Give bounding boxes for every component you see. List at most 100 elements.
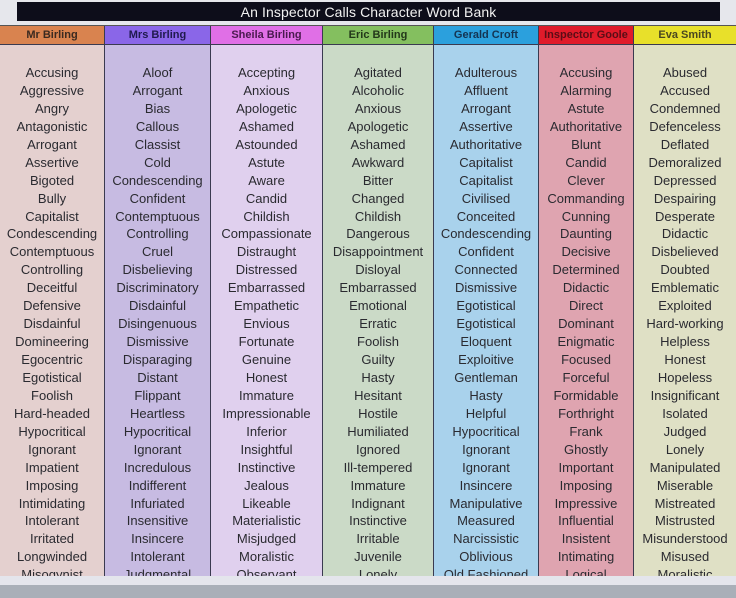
- word-item: Astounded: [235, 136, 298, 152]
- word-item: Abused: [662, 65, 708, 80]
- word-item: Mistrusted: [655, 513, 715, 529]
- word-item: Manipulated: [649, 459, 721, 475]
- word-item: Foolish: [31, 387, 73, 403]
- word-item: Hard-working: [646, 316, 724, 332]
- word-item: Childish: [243, 208, 290, 224]
- word-item: Aware: [248, 172, 285, 188]
- word-item: Dismissive: [126, 334, 189, 350]
- word-item: Condemned: [649, 100, 721, 116]
- word-item: Jealous: [244, 477, 289, 493]
- word-item: Intimating: [557, 549, 615, 565]
- word-item: Demoralized: [648, 154, 722, 170]
- word-item: Accusing: [559, 65, 613, 80]
- bottom-strip: [0, 576, 736, 585]
- word-item: Isolated: [662, 405, 708, 421]
- word-item: Helpful: [465, 405, 507, 421]
- word-item: Conceited: [456, 208, 516, 224]
- word-item: Measured: [457, 513, 515, 529]
- word-item: Immature: [350, 477, 406, 493]
- word-item: Erratic: [359, 316, 397, 332]
- word-item: Bias: [144, 100, 171, 116]
- word-item: Agitated: [354, 65, 402, 80]
- word-item: Determined: [552, 262, 620, 278]
- word-item: Juvenile: [354, 549, 402, 565]
- word-item: Oblivious: [459, 549, 513, 565]
- word-list: Abused Accused Condemned Defenceless Deflate…: [634, 45, 736, 577]
- word-item: Inferior: [246, 423, 287, 439]
- column-mr-birling: Mr Birling Accusing Aggressive Angry Antago…: [0, 26, 105, 577]
- word-item: Clever: [567, 172, 605, 188]
- word-item: Distraught: [236, 244, 297, 260]
- word-item: Disloyal: [355, 262, 401, 278]
- word-item: Narcissistic: [453, 531, 519, 547]
- word-item: Hostile: [358, 405, 398, 421]
- word-item: Contemptuous: [9, 244, 95, 260]
- word-item: Mistreated: [654, 495, 716, 511]
- word-item: Irritable: [356, 531, 400, 547]
- word-item: Materialistic: [232, 513, 301, 529]
- word-item: Defenceless: [649, 118, 721, 134]
- word-item: Ignorant: [462, 441, 510, 457]
- word-item: Callous: [135, 118, 180, 134]
- word-item: Longwinded: [16, 549, 88, 565]
- word-item: Antagonistic: [16, 118, 88, 134]
- word-item: Manipulative: [449, 495, 523, 511]
- word-item: Classist: [134, 136, 181, 152]
- word-item: Ashamed: [239, 118, 294, 134]
- bottom-bar: [0, 585, 736, 598]
- word-item: Emblematic: [651, 280, 719, 296]
- word-item: Hasty: [469, 387, 503, 403]
- word-item: Candid: [565, 154, 607, 170]
- word-item: Apologetic: [347, 118, 409, 134]
- page-title: An Inspector Calls Character Word Bank: [17, 2, 720, 21]
- word-item: Desperate: [655, 208, 715, 224]
- word-list: Aloof Arrogant Bias Callous Classist Cold Cond…: [105, 45, 210, 577]
- word-list: Accusing Alarming Astute Authoritative Blunt…: [539, 45, 633, 577]
- word-item: Accused: [660, 82, 710, 98]
- word-item: Didactic: [562, 280, 610, 296]
- word-item: Childish: [354, 208, 402, 224]
- word-item: Insincere: [131, 531, 184, 547]
- column-mrs-birling: Mrs Birling Aloof Arrogant Bias Callous Clas…: [105, 26, 211, 577]
- column-sheila-birling: Sheila Birling Accepting Anxious Apologeti…: [211, 26, 323, 577]
- column-header: Sheila Birling: [211, 26, 322, 45]
- word-item: Honest: [245, 369, 288, 385]
- word-item: Empathetic: [233, 298, 300, 314]
- word-item: Ill-tempered: [343, 459, 413, 475]
- word-item: Candid: [245, 190, 288, 206]
- column-header: Mrs Birling: [105, 26, 210, 45]
- word-item: Gentleman: [454, 369, 518, 385]
- word-list: Accusing Aggressive Angry Antagonistic Arrog…: [0, 45, 104, 577]
- word-item: Bigoted: [29, 172, 75, 188]
- word-item: Lonely: [665, 441, 705, 457]
- word-item: Assertive: [25, 154, 79, 170]
- word-item: Anxious: [243, 82, 290, 98]
- word-item: Emotional: [349, 298, 407, 314]
- word-item: Embarrassed: [339, 280, 417, 296]
- column-header: Eric Birling: [323, 26, 433, 45]
- word-item: Hypocritical: [123, 423, 192, 439]
- word-item: Insignificant: [650, 387, 720, 403]
- word-item: Controlling: [126, 226, 189, 242]
- column-header: Eva Smith: [634, 26, 736, 45]
- word-item: Didactic: [661, 226, 709, 242]
- word-item: Disbelieving: [122, 262, 193, 278]
- word-item: Ignorant: [462, 459, 510, 475]
- word-item: Commanding: [547, 190, 625, 206]
- word-item: Misjudged: [236, 531, 297, 547]
- word-item: Alarming: [560, 82, 612, 98]
- word-item: Ghostly: [563, 441, 609, 457]
- word-item: Distressed: [235, 262, 298, 278]
- word-item: Incredulous: [123, 459, 192, 475]
- word-item: Egotistical: [456, 298, 516, 314]
- word-item: Domineering: [15, 334, 89, 350]
- column-eric-birling: Eric Birling Agitated Alcoholic Anxious Apo…: [323, 26, 434, 577]
- word-item: Dominant: [558, 316, 614, 332]
- word-item: Distant: [137, 369, 178, 385]
- word-item: Aloof: [142, 65, 173, 80]
- word-item: Angry: [35, 100, 69, 116]
- word-item: Genuine: [241, 352, 292, 367]
- word-item: Hypocritical: [18, 423, 86, 439]
- word-item: Influential: [558, 513, 614, 529]
- word-item: Assertive: [459, 118, 513, 134]
